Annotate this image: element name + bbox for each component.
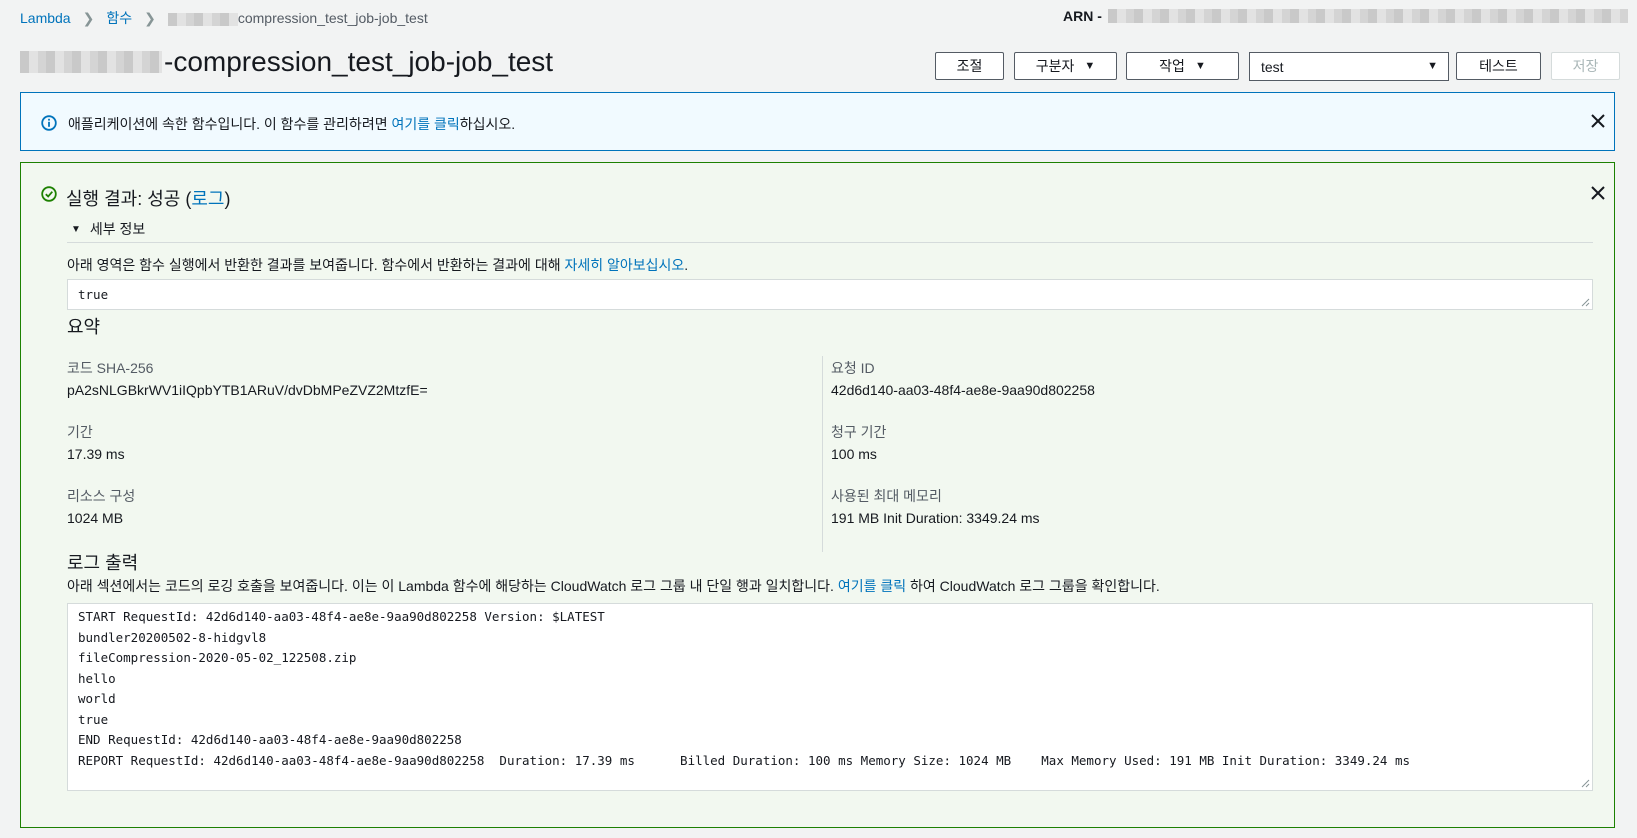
save-button[interactable]: 저장 bbox=[1551, 52, 1620, 80]
test-event-select[interactable]: test ▼ bbox=[1249, 52, 1449, 81]
log-line: REPORT RequestId: 42d6d140-aa03-48f4-ae8… bbox=[78, 752, 1411, 768]
check-circle-icon bbox=[41, 186, 57, 202]
resources-label: 리소스 구성 bbox=[67, 488, 136, 504]
max-memory-label: 사용된 최대 메모리 bbox=[831, 488, 942, 504]
redacted-arn bbox=[1107, 9, 1628, 23]
actions-label: 작업 bbox=[1159, 58, 1185, 74]
qualifier-button[interactable]: 구분자 ▼ bbox=[1014, 52, 1117, 80]
duration-value: 17.39 ms bbox=[67, 446, 125, 462]
test-button[interactable]: 테스트 bbox=[1456, 52, 1541, 80]
info-manage-link[interactable]: 여기를 클릭 bbox=[391, 116, 459, 132]
chevron-right-icon: ❯ bbox=[144, 9, 156, 26]
log-line: true bbox=[78, 711, 109, 727]
log-line: END RequestId: 42d6d140-aa03-48f4-ae8e-9… bbox=[78, 732, 462, 747]
actions-button[interactable]: 작업 ▼ bbox=[1126, 52, 1239, 80]
log-line: bundler20200502-8-hidgvl8 bbox=[78, 629, 267, 645]
summary-column-divider bbox=[822, 356, 823, 552]
return-desc-before: 아래 영역은 함수 실행에서 반환한 결과를 보여줍니다. 함수에서 반환하는 … bbox=[67, 257, 565, 273]
test-event-value: test bbox=[1261, 58, 1284, 75]
result-title-prefix: 실행 결과: 성공 ( bbox=[66, 189, 192, 209]
arn-label: ARN - bbox=[1063, 8, 1102, 24]
caret-down-icon: ▼ bbox=[1194, 60, 1206, 72]
details-label: 세부 정보 bbox=[89, 221, 146, 237]
caret-down-icon: ▼ bbox=[1084, 60, 1096, 72]
return-value-box[interactable]: true bbox=[67, 279, 1593, 310]
return-description: 아래 영역은 함수 실행에서 반환한 결과를 보여줍니다. 함수에서 반환하는 … bbox=[67, 255, 688, 275]
info-text-before: 애플리케이션에 속한 함수입니다. 이 함수를 관리하려면 bbox=[68, 116, 392, 132]
return-desc-after: . bbox=[684, 257, 689, 273]
request-id-value: 42d6d140-aa03-48f4-ae8e-9aa90d802258 bbox=[831, 382, 1095, 398]
billed-duration-value: 100 ms bbox=[831, 446, 877, 462]
breadcrumb: Lambda ❯ 함수 ❯ compression_test_job-job_t… bbox=[20, 8, 428, 28]
result-title-suffix: ) bbox=[224, 189, 231, 209]
redacted-function-prefix bbox=[20, 51, 162, 73]
test-label: 테스트 bbox=[1479, 58, 1518, 74]
result-title: 실행 결과: 성공 (로그) bbox=[66, 185, 230, 211]
info-text-after: 하십시오. bbox=[459, 116, 516, 132]
chevron-right-icon: ❯ bbox=[82, 9, 95, 26]
log-line: fileCompression-2020-05-02_122508.zip bbox=[78, 650, 357, 665]
throttle-label: 조절 bbox=[956, 58, 983, 74]
close-icon[interactable] bbox=[1589, 184, 1607, 202]
throttle-button[interactable]: 조절 bbox=[935, 52, 1004, 80]
request-id-label: 요청 ID bbox=[831, 360, 875, 376]
info-circle-icon bbox=[41, 115, 57, 131]
code-sha-value: pA2sNLGBkrWV1iIQpbYTB1ARuV/dvDbMPeZVZ2Mt… bbox=[67, 382, 428, 398]
details-toggle[interactable]: ▼ 세부 정보 bbox=[71, 219, 145, 239]
resize-handle-icon[interactable] bbox=[1581, 779, 1590, 788]
code-sha-label: 코드 SHA-256 bbox=[67, 360, 154, 376]
caret-down-icon: ▼ bbox=[71, 223, 81, 235]
resize-handle-icon[interactable] bbox=[1581, 298, 1590, 307]
close-icon[interactable] bbox=[1589, 112, 1607, 130]
breadcrumb-lambda-link[interactable]: Lambda bbox=[20, 10, 71, 26]
billed-duration-label: 청구 기간 bbox=[831, 424, 887, 440]
log-output-heading: 로그 출력 bbox=[67, 553, 139, 573]
page-title-label: -compression_test_job-job_test bbox=[164, 46, 554, 77]
log-line: world bbox=[78, 691, 116, 706]
log-line: hello bbox=[78, 670, 116, 686]
qualifier-label: 구분자 bbox=[1035, 58, 1075, 74]
resources-value: 1024 MB bbox=[67, 510, 124, 526]
return-value: true bbox=[78, 287, 109, 302]
log-desc-before: 아래 섹션에서는 코드의 로깅 호출을 보여줍니다. 이는 이 Lambda 함… bbox=[67, 578, 838, 594]
cloudwatch-link[interactable]: 여기를 클릭 bbox=[838, 578, 906, 594]
breadcrumb-functions-link[interactable]: 함수 bbox=[106, 8, 132, 28]
redacted-name bbox=[167, 12, 238, 26]
page-title: -compression_test_job-job_test bbox=[20, 46, 553, 78]
info-banner: 애플리케이션에 속한 함수입니다. 이 함수를 관리하려면 여기를 클릭하십시오… bbox=[20, 92, 1615, 151]
info-banner-text: 애플리케이션에 속한 함수입니다. 이 함수를 관리하려면 여기를 클릭하십시오… bbox=[68, 114, 515, 134]
divider bbox=[67, 242, 1593, 243]
arn-display: ARN - bbox=[1063, 8, 1628, 24]
caret-down-icon: ▼ bbox=[1427, 60, 1438, 72]
execution-result-panel: 실행 결과: 성공 (로그) ▼ 세부 정보 아래 영역은 함수 실행에서 반환… bbox=[20, 162, 1615, 828]
summary-heading: 요약 bbox=[67, 317, 101, 337]
log-output-box[interactable]: START RequestId: 42d6d140-aa03-48f4-ae8e… bbox=[67, 603, 1593, 791]
log-description: 아래 섹션에서는 코드의 로깅 호출을 보여줍니다. 이는 이 Lambda 함… bbox=[67, 576, 1160, 596]
save-label: 저장 bbox=[1572, 58, 1599, 74]
breadcrumb-current: compression_test_job-job_test bbox=[167, 10, 428, 26]
learn-more-link[interactable]: 자세히 알아보십시오 bbox=[564, 257, 684, 273]
result-log-link[interactable]: 로그 bbox=[191, 189, 224, 209]
duration-label: 기간 bbox=[67, 424, 93, 440]
max-memory-value: 191 MB Init Duration: 3349.24 ms bbox=[831, 510, 1040, 526]
log-desc-after: 하여 CloudWatch 로그 그룹을 확인합니다. bbox=[906, 578, 1160, 594]
top-bar: Lambda ❯ 함수 ❯ compression_test_job-job_t… bbox=[0, 0, 1637, 34]
log-line: START RequestId: 42d6d140-aa03-48f4-ae8e… bbox=[78, 609, 605, 624]
breadcrumb-current-label: compression_test_job-job_test bbox=[237, 10, 428, 26]
